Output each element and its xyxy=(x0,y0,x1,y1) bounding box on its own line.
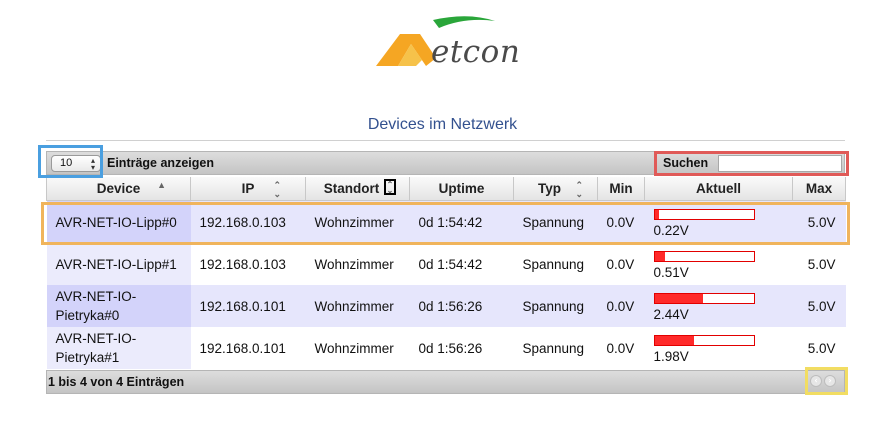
page-title: Devices im Netzwerk xyxy=(367,116,518,133)
typ-cell: Spannung xyxy=(513,200,598,243)
search-label: Suchen xyxy=(663,156,709,170)
next-page-icon[interactable]: › xyxy=(824,375,836,387)
column-header-min[interactable]: Min xyxy=(597,177,645,201)
logo-text: etcon xyxy=(431,34,521,70)
entries-per-page-value: 10 xyxy=(60,157,73,169)
value-bar-fill xyxy=(654,209,659,219)
aktuell-value: 2.44V xyxy=(653,306,689,322)
uptime-cell: 0d 1:54:42 xyxy=(409,243,514,285)
min-cell: 0.0V xyxy=(597,285,645,327)
entries-per-page-select[interactable]: 10 ▴ ▾ xyxy=(51,155,101,172)
value-bar xyxy=(653,250,755,262)
min-cell: 0.0V xyxy=(597,200,645,243)
select-arrows-icon: ▴ ▾ xyxy=(90,156,95,172)
standort-cell: Wohnzimmer xyxy=(305,285,410,327)
device-cell: AVR-NET-IO-Pietryka#1 xyxy=(46,327,191,369)
device-cell: AVR-NET-IO-Lipp#1 xyxy=(46,243,191,285)
value-bar xyxy=(653,292,755,304)
standort-cell: Wohnzimmer xyxy=(305,327,410,369)
sort-both-icon: ⌃ ⌄ xyxy=(384,179,396,195)
column-header-ip[interactable]: IP ⌃ ⌄ xyxy=(190,177,306,201)
value-bar xyxy=(653,208,755,220)
aktuell-value: 1.98V xyxy=(653,348,689,364)
max-cell: 5.0V xyxy=(792,243,846,285)
table-toolbar: 10 ▴ ▾ Einträge anzeigen Suchen xyxy=(46,151,845,175)
column-header-device[interactable]: Device ▲ xyxy=(46,177,191,201)
aktuell-value: 0.51V xyxy=(653,264,689,280)
column-header-aktuell[interactable]: Aktuell xyxy=(644,177,793,201)
aktuell-cell: 0.51V xyxy=(644,243,793,285)
value-bar-fill xyxy=(654,293,703,303)
table-info: 1 bis 4 von 4 Einträgen xyxy=(48,375,185,389)
typ-cell: Spannung xyxy=(513,243,598,285)
max-cell: 5.0V xyxy=(792,285,846,327)
title-divider xyxy=(46,140,845,141)
value-bar-fill xyxy=(654,335,694,345)
sort-both-icon: ⌃ ⌄ xyxy=(273,180,281,199)
ip-cell: 192.168.0.103 xyxy=(190,200,306,243)
aktuell-cell: 1.98V xyxy=(644,327,793,369)
typ-cell: Spannung xyxy=(513,285,598,327)
ip-cell: 192.168.0.103 xyxy=(190,243,306,285)
ip-cell: 192.168.0.101 xyxy=(190,327,306,369)
device-cell: AVR-NET-IO-Pietryka#0 xyxy=(46,285,191,327)
aktuell-value: 0.22V xyxy=(653,222,689,238)
max-cell: 5.0V xyxy=(792,327,846,369)
entries-per-page-label: Einträge anzeigen xyxy=(107,156,214,170)
column-header-max[interactable]: Max xyxy=(792,177,846,201)
min-cell: 0.0V xyxy=(597,243,645,285)
device-cell: AVR-NET-IO-Lipp#0 xyxy=(46,200,191,243)
column-header-standort[interactable]: Standort ⌃ ⌄ xyxy=(305,177,410,201)
table-row[interactable]: AVR-NET-IO-Pietryka#0 192.168.0.101 Wohn… xyxy=(46,285,846,327)
sort-asc-icon: ▲ xyxy=(157,180,166,190)
table-row[interactable]: AVR-NET-IO-Pietryka#1 192.168.0.101 Wohn… xyxy=(46,327,846,369)
standort-cell: Wohnzimmer xyxy=(305,243,410,285)
max-cell: 5.0V xyxy=(792,200,846,243)
aktuell-cell: 2.44V xyxy=(644,285,793,327)
table-row[interactable]: AVR-NET-IO-Lipp#0 192.168.0.103 Wohnzimm… xyxy=(46,200,846,243)
typ-cell: Spannung xyxy=(513,327,598,369)
table-header-row: Device ▲ IP ⌃ ⌄ Standort ⌃ ⌄ Uptime Typ ⌃ ⌄ Min… xyxy=(46,177,846,201)
column-header-uptime[interactable]: Uptime xyxy=(409,177,514,201)
table-footer: 1 bis 4 von 4 Einträgen ‹ › xyxy=(46,370,845,394)
search-input[interactable] xyxy=(718,155,842,172)
uptime-cell: 0d 1:56:26 xyxy=(409,327,514,369)
value-bar xyxy=(653,334,755,346)
aktuell-cell: 0.22V xyxy=(644,200,793,243)
uptime-cell: 0d 1:56:26 xyxy=(409,285,514,327)
prev-page-icon[interactable]: ‹ xyxy=(810,375,822,387)
standort-cell: Wohnzimmer xyxy=(305,200,410,243)
devices-table: Device ▲ IP ⌃ ⌄ Standort ⌃ ⌄ Uptime Typ ⌃ ⌄ Min… xyxy=(46,177,846,369)
uptime-cell: 0d 1:54:42 xyxy=(409,200,514,243)
min-cell: 0.0V xyxy=(597,327,645,369)
ip-cell: 192.168.0.101 xyxy=(190,285,306,327)
table-row[interactable]: AVR-NET-IO-Lipp#1 192.168.0.103 Wohnzimm… xyxy=(46,243,846,285)
sort-both-icon: ⌃ ⌄ xyxy=(575,180,583,199)
value-bar-fill xyxy=(654,251,665,261)
column-header-typ[interactable]: Typ ⌃ ⌄ xyxy=(513,177,598,201)
